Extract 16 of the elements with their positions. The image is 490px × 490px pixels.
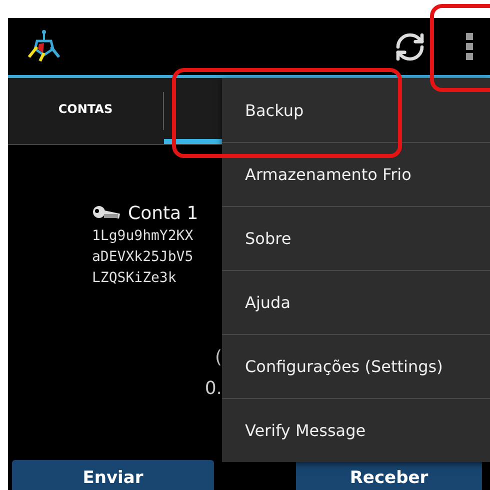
logo-icon xyxy=(26,28,62,64)
balance-text: ( xyxy=(214,347,222,368)
tab[interactable]: CONTAS xyxy=(8,78,163,144)
menu-item[interactable]: Configurações (Settings) xyxy=(222,334,490,398)
menu-item[interactable]: Armazenamento Frio xyxy=(222,142,490,206)
menu-item[interactable]: Verify Message xyxy=(222,398,490,462)
send-button[interactable]: Enviar xyxy=(12,460,214,490)
account-name: Conta 1 xyxy=(128,203,198,224)
refresh-icon[interactable] xyxy=(394,30,426,62)
menu-item[interactable]: Sobre xyxy=(222,206,490,270)
overflow-menu-icon[interactable] xyxy=(466,32,474,60)
receive-button[interactable]: Receber xyxy=(296,460,482,490)
account-address: 1Lg9u9hmY2KX aDEVXk25JbV5 LZQSKiZe3k xyxy=(92,227,194,288)
menu-item[interactable]: Ajuda xyxy=(222,270,490,334)
menu-item[interactable]: Backup xyxy=(222,78,490,142)
balance-amount: 0. xyxy=(204,378,222,399)
